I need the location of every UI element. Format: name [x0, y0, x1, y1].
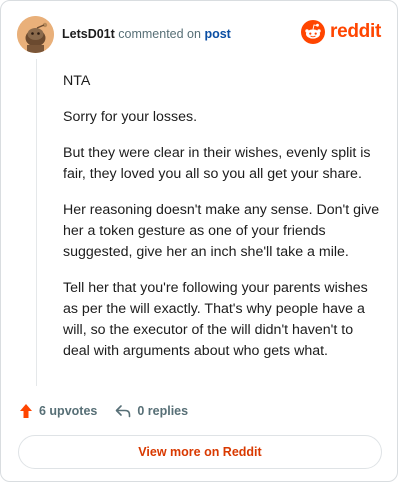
upvote-button[interactable]: 6 upvotes	[19, 403, 97, 419]
reddit-logo-icon	[301, 20, 326, 44]
upvote-arrow-icon	[20, 404, 32, 418]
comment-actions: 6 upvotes 0 replies	[19, 401, 206, 421]
comment-paragraph: Sorry for your losses.	[63, 109, 198, 125]
comment-paragraph: But they were clear in their wishes, eve…	[63, 145, 371, 182]
reply-arrow-icon	[116, 405, 131, 418]
post-link[interactable]: post	[204, 27, 230, 41]
comment-paragraph: Her reasoning doesn't make any sense. Do…	[63, 202, 380, 260]
comment-paragraph: NTA	[63, 73, 91, 89]
reply-button[interactable]: 0 replies	[115, 404, 188, 418]
reply-count: 0 replies	[137, 404, 189, 418]
comment-meta: LetsD01t commented on post	[62, 27, 231, 41]
comment-card: LetsD01t commented on post reddit NTA So…	[0, 0, 398, 482]
comment-header: LetsD01t commented on post reddit	[17, 15, 381, 53]
comment-paragraph: Tell her that you're following your pare…	[63, 280, 368, 359]
username-link[interactable]: LetsD01t	[62, 27, 115, 41]
reddit-logo[interactable]: reddit	[301, 20, 381, 44]
comment-body: NTA Sorry for your losses. But they were…	[63, 71, 381, 377]
meta-action-text: commented on	[118, 27, 201, 41]
avatar[interactable]	[17, 15, 54, 53]
view-more-button[interactable]: View more on Reddit	[18, 435, 382, 469]
upvote-count: 6 upvotes	[39, 404, 98, 418]
thread-line	[36, 59, 37, 386]
reddit-wordmark: reddit	[330, 21, 381, 42]
avatar-snoo-icon	[17, 15, 54, 53]
